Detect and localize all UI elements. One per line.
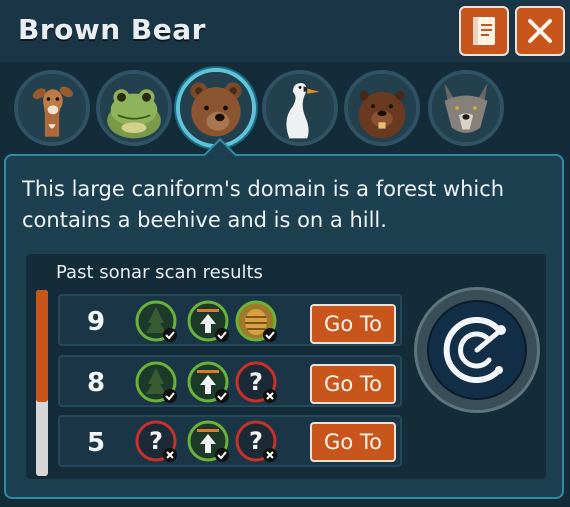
forest-icon bbox=[134, 360, 178, 404]
hill-icon bbox=[186, 360, 230, 404]
unknown-icon: ? bbox=[234, 419, 278, 463]
svg-text:?: ? bbox=[249, 368, 263, 396]
hill-icon bbox=[186, 419, 230, 463]
scrollbar-thumb[interactable] bbox=[36, 290, 48, 402]
scan-number: 9 bbox=[86, 307, 106, 337]
scan-number: 8 bbox=[86, 368, 106, 398]
portrait-wolf[interactable] bbox=[428, 70, 504, 146]
deer-icon bbox=[18, 74, 86, 142]
portrait-deer[interactable] bbox=[14, 70, 90, 146]
beehive-icon bbox=[234, 299, 278, 343]
window-title: Brown Bear bbox=[18, 13, 206, 46]
scan-results-heading: Past sonar scan results bbox=[56, 262, 263, 283]
sonar-button-face bbox=[427, 300, 527, 400]
clue-text: This large caniform's domain is a forest… bbox=[22, 177, 505, 232]
hill-icon bbox=[186, 299, 230, 343]
portrait-swan[interactable] bbox=[262, 70, 338, 146]
unknown-icon: ? bbox=[234, 360, 278, 404]
portrait-frog[interactable] bbox=[96, 70, 172, 146]
wolf-icon bbox=[432, 74, 500, 142]
sonar-scan-button[interactable] bbox=[414, 287, 540, 413]
beaver-icon bbox=[348, 74, 416, 142]
go-to-button[interactable]: Go To bbox=[310, 304, 396, 344]
sonar-icon bbox=[443, 317, 506, 383]
frog-icon bbox=[100, 74, 168, 142]
go-to-button[interactable]: Go To bbox=[310, 364, 396, 404]
svg-text:?: ? bbox=[249, 427, 263, 455]
close-icon bbox=[528, 19, 552, 43]
title-bar: Brown Bear bbox=[0, 0, 570, 64]
bear-icon bbox=[180, 72, 252, 144]
portrait-brown-bear[interactable] bbox=[176, 68, 256, 148]
unknown-icon: ? bbox=[134, 419, 178, 463]
portrait-beaver[interactable] bbox=[344, 70, 420, 146]
close-button[interactable] bbox=[515, 6, 565, 56]
animal-portrait-bar bbox=[0, 62, 570, 158]
go-to-button[interactable]: Go To bbox=[310, 422, 396, 462]
forest-icon bbox=[134, 299, 178, 343]
swan-icon bbox=[266, 74, 334, 142]
svg-text:?: ? bbox=[149, 427, 163, 455]
book-icon bbox=[473, 17, 495, 45]
guide-button[interactable] bbox=[459, 6, 509, 56]
scan-number: 5 bbox=[86, 428, 106, 458]
